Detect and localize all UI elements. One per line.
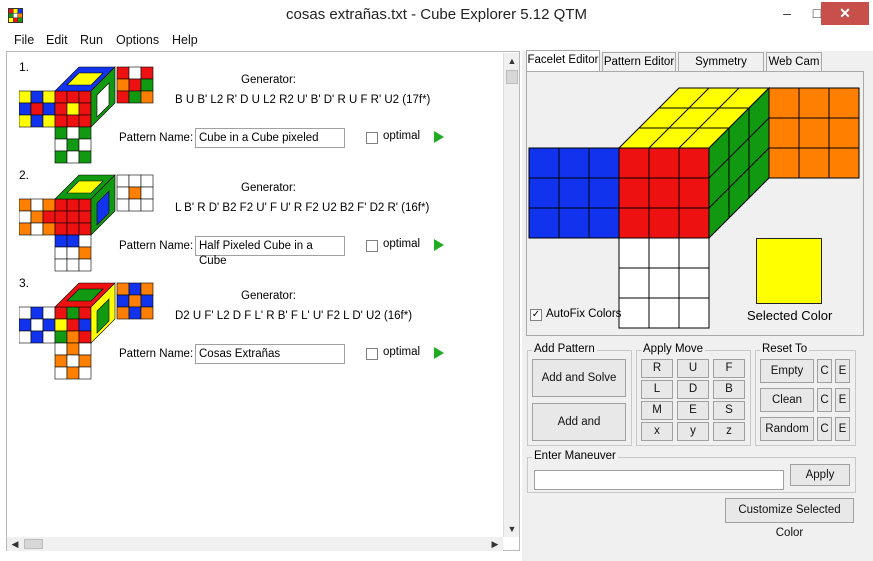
reset-clean-button[interactable]: Clean — [760, 388, 814, 412]
move-l-button[interactable]: L — [641, 380, 673, 399]
reset-to-title: Reset To — [760, 343, 810, 355]
customize-selected-color-button[interactable]: Customize Selected Color — [725, 498, 854, 539]
pattern-name-label: Pattern Name: — [119, 348, 194, 360]
selected-color-swatch[interactable] — [756, 238, 822, 304]
move-b-button[interactable]: B — [713, 380, 745, 399]
tab-symmetry-editor[interactable]: Symmetry Editor — [678, 52, 764, 86]
menu-bar: File Edit Run Options Help — [0, 31, 873, 51]
pattern-name-label: Pattern Name: — [119, 132, 194, 144]
pattern-name-field[interactable]: Cube in a Cube pixeled — [195, 128, 345, 148]
horizontal-scrollbar[interactable]: ◀ ▶ — [7, 537, 503, 551]
pattern-entry: 2. Generator: L B' R D' B2 F2 U' F U' R … — [15, 168, 505, 272]
tab-facelet-editor[interactable]: Facelet Editor — [526, 50, 600, 72]
move-d-button[interactable]: D — [677, 380, 709, 399]
pattern-list[interactable]: 1. Generator: B U B' L2 R' D U L2 R2 U' … — [6, 51, 520, 551]
optimal-label: optimal — [383, 238, 421, 250]
reset-to-group: Reset To Empty C E Clean C E Random C E — [755, 343, 856, 446]
menu-run[interactable]: Run — [80, 33, 103, 47]
add-pattern-title: Add Pattern — [532, 343, 597, 355]
move-s-button[interactable]: S — [713, 401, 745, 420]
move-e-button[interactable]: E — [677, 401, 709, 420]
app-window: cosas extrañas.txt - Cube Explorer 5.12 … — [0, 0, 873, 561]
enter-maneuver-group: Enter Maneuver Apply — [527, 450, 856, 493]
scroll-thumb[interactable] — [24, 539, 43, 549]
optimal-label: optimal — [383, 130, 421, 142]
move-u-button[interactable]: U — [677, 359, 709, 378]
reset-empty-c-button[interactable]: C — [817, 359, 832, 383]
pattern-name-field[interactable]: Half Pixeled Cube in a Cube — [195, 236, 345, 267]
menu-options[interactable]: Options — [116, 33, 159, 47]
generator-sequence: B U B' L2 R' D U L2 R2 U' B' D' R U F R'… — [175, 94, 431, 106]
menu-file[interactable]: File — [14, 33, 34, 47]
generator-label: Generator: — [241, 290, 296, 302]
generator-sequence: L B' R D' B2 F2 U' F U' R F2 U2 B2 F' D2… — [175, 202, 430, 214]
reset-random-c-button[interactable]: C — [817, 417, 832, 441]
window-title: cosas extrañas.txt - Cube Explorer 5.12 … — [286, 6, 587, 23]
generator-label: Generator: — [241, 74, 296, 86]
reset-clean-c-button[interactable]: C — [817, 388, 832, 412]
autofix-checkbox[interactable]: ✓ — [530, 309, 542, 321]
pattern-name-field[interactable]: Cosas Extrañas — [195, 344, 345, 364]
scroll-thumb[interactable] — [506, 70, 518, 84]
move-r-button[interactable]: R — [641, 359, 673, 378]
pattern-name-label: Pattern Name: — [119, 240, 194, 252]
pattern-cube-thumbnail[interactable] — [19, 173, 159, 273]
enter-maneuver-title: Enter Maneuver — [532, 450, 618, 462]
move-m-button[interactable]: M — [641, 401, 673, 420]
pattern-entry: 3. Generator: D2 U F' L2 D F L' R B' F L… — [15, 276, 505, 380]
facelet-editor-panel: ✓ AutoFix Colors Selected Color — [526, 71, 864, 336]
reset-empty-button[interactable]: Empty — [760, 359, 814, 383]
reset-clean-e-button[interactable]: E — [835, 388, 850, 412]
autofix-label: AutoFix Colors — [546, 308, 622, 320]
close-button[interactable]: ✕ — [821, 2, 869, 25]
vertical-scrollbar[interactable]: ▲ ▼ — [503, 53, 519, 537]
add-and-solve-button[interactable]: Add and Solve — [532, 359, 626, 397]
optimal-checkbox[interactable] — [366, 348, 378, 360]
tab-pattern-editor[interactable]: Pattern Editor — [602, 52, 676, 72]
menu-edit[interactable]: Edit — [46, 33, 68, 47]
apply-move-group: Apply Move R U F L D B M E S x y z — [636, 343, 751, 446]
title-bar: cosas extrañas.txt - Cube Explorer 5.12 … — [0, 0, 873, 31]
selected-color-label: Selected Color — [747, 308, 833, 323]
optimal-label: optimal — [383, 346, 421, 358]
maneuver-input[interactable] — [534, 470, 784, 490]
pattern-cube-thumbnail[interactable] — [19, 65, 159, 165]
add-pattern-group: Add Pattern Add and Solve Add and Genera… — [527, 343, 632, 464]
reset-random-button[interactable]: Random — [760, 417, 814, 441]
menu-help[interactable]: Help — [172, 33, 198, 47]
move-z-button[interactable]: z — [713, 422, 745, 441]
scroll-left-arrow-icon[interactable]: ◀ — [7, 537, 23, 551]
generator-label: Generator: — [241, 182, 296, 194]
move-x-button[interactable]: x — [641, 422, 673, 441]
optimal-checkbox[interactable] — [366, 132, 378, 144]
pattern-cube-thumbnail[interactable] — [19, 281, 159, 381]
scroll-up-arrow-icon[interactable]: ▲ — [504, 53, 520, 69]
move-y-button[interactable]: y — [677, 422, 709, 441]
optimal-checkbox[interactable] — [366, 240, 378, 252]
scroll-down-arrow-icon[interactable]: ▼ — [504, 521, 520, 537]
apply-move-title: Apply Move — [641, 343, 706, 355]
pattern-entry: 1. Generator: B U B' L2 R' D U L2 R2 U' … — [15, 60, 505, 164]
scroll-right-arrow-icon[interactable]: ▶ — [487, 537, 503, 551]
generator-sequence: D2 U F' L2 D F L' R B' F L' U' F2 L D' U… — [175, 310, 413, 322]
reset-empty-e-button[interactable]: E — [835, 359, 850, 383]
play-icon[interactable] — [433, 239, 445, 251]
add-and-generate-button[interactable]: Add and Generate — [532, 403, 626, 464]
play-icon[interactable] — [433, 347, 445, 359]
play-icon[interactable] — [433, 131, 445, 143]
move-f-button[interactable]: F — [713, 359, 745, 378]
reset-random-e-button[interactable]: E — [835, 417, 850, 441]
tab-web-cam[interactable]: Web Cam — [766, 52, 822, 72]
apply-maneuver-button[interactable]: Apply — [790, 464, 850, 486]
minimize-button[interactable]: – — [770, 2, 804, 25]
